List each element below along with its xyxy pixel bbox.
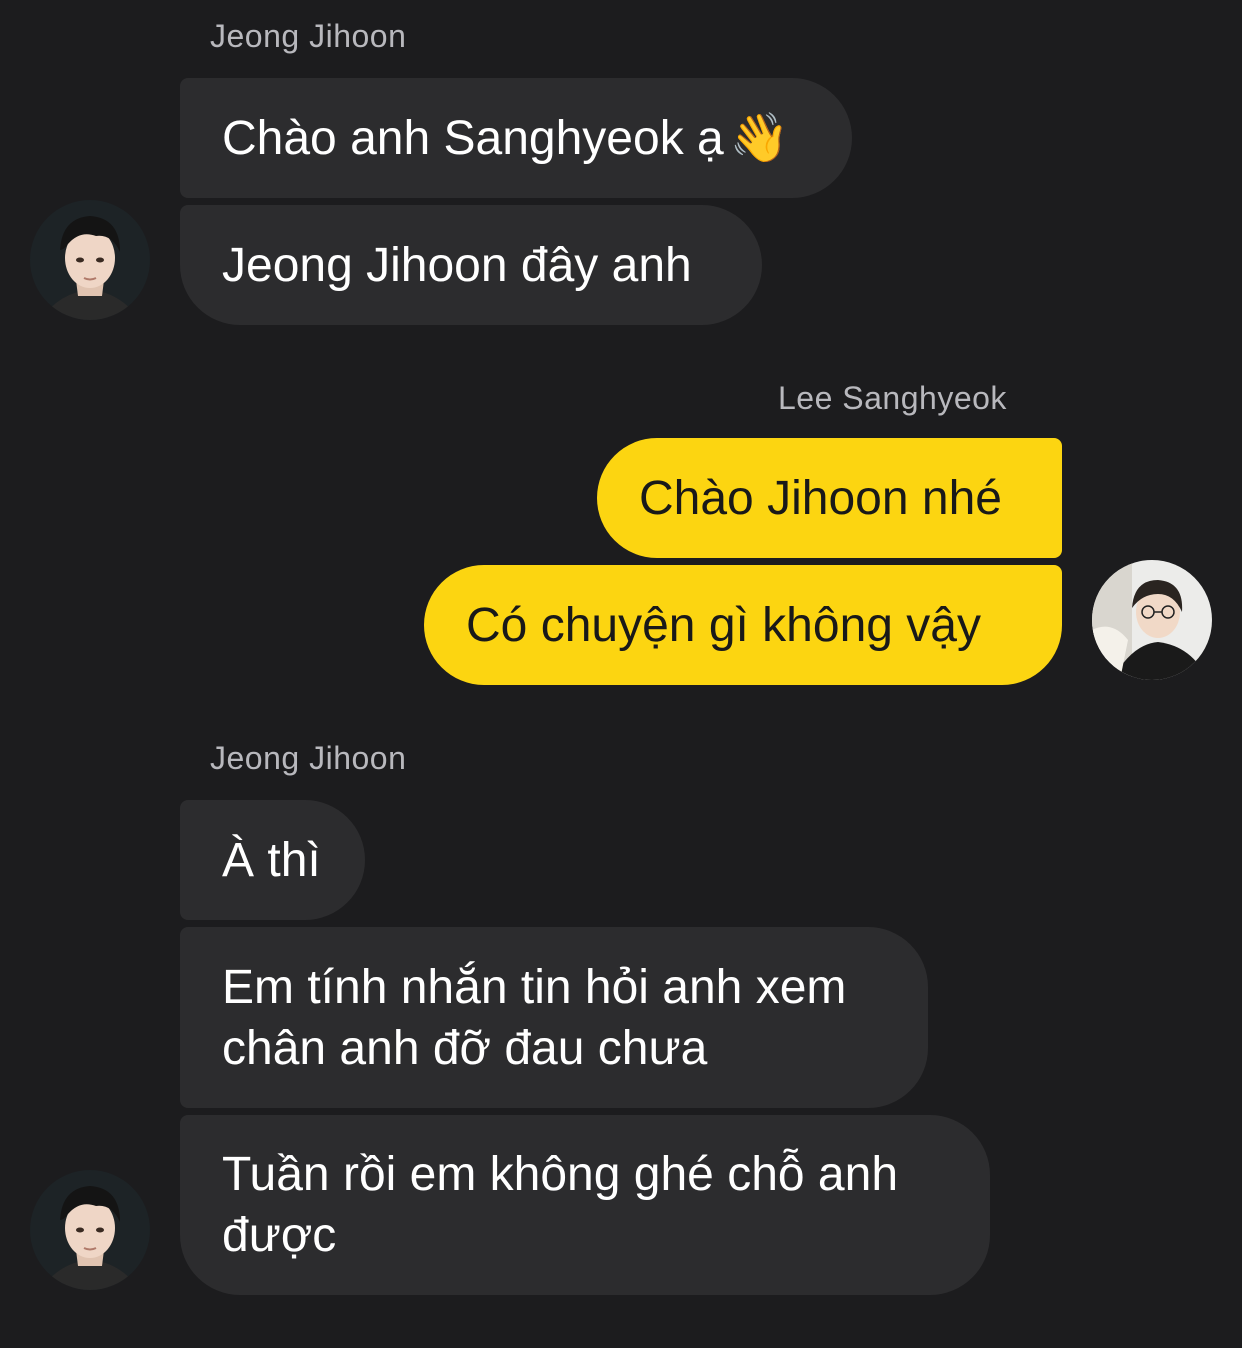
message-text: Chào Jihoon nhé [639,471,1002,525]
avatar-jeong-jihoon[interactable] [30,1170,150,1290]
sender-name: Jeong Jihoon [210,740,407,776]
message-bubble[interactable]: Jeong Jihoon đây anh [180,205,762,325]
message-text: À thì [222,833,321,887]
avatar-jeong-jihoon[interactable] [30,200,150,320]
message-bubble[interactable]: Có chuyện gì không vậy [424,565,1062,685]
profile-photo-icon [30,1170,150,1290]
profile-photo-icon [30,200,150,320]
message-text: Em tính nhắn tin hỏi anh xem chân anh đỡ… [222,960,847,1075]
message-text: Jeong Jihoon đây anh [222,238,692,292]
message-text: Tuần rồi em không ghé chỗ anh được [222,1148,899,1262]
chat-conversation: Jeong Jihoon Chào anh Sanghyeok ạ 👋 Jeong… [0,0,1242,1348]
avatar-lee-sanghyeok[interactable] [1092,560,1212,680]
message-bubble[interactable]: Tuần rồi em không ghé chỗ anh được [180,1115,990,1295]
message-text: Có chuyện gì không vậy [466,598,981,652]
message-bubble[interactable]: Chào Jihoon nhé [597,438,1062,558]
sender-name: Jeong Jihoon [210,18,407,54]
message-bubble[interactable]: Em tính nhắn tin hỏi anh xem chân anh đỡ… [180,927,928,1108]
profile-photo-icon [1092,560,1212,680]
waving-hand-emoji: 👋 [729,109,790,166]
sender-name: Lee Sanghyeok [778,380,1007,416]
message-bubble[interactable]: Chào anh Sanghyeok ạ 👋 [180,78,852,198]
message-bubble[interactable]: À thì [180,800,365,920]
message-text: Chào anh Sanghyeok ạ [222,111,724,165]
